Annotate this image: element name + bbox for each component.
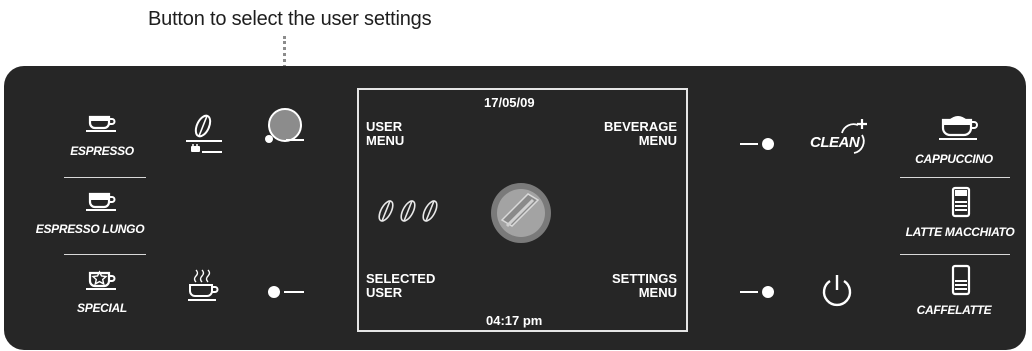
selected-user-button[interactable] xyxy=(268,286,280,298)
latte-macchiato-glass-icon[interactable] xyxy=(950,186,972,218)
divider xyxy=(64,177,146,178)
user-menu-button-dot xyxy=(265,135,273,143)
user-settings-selection-button[interactable] xyxy=(268,108,302,142)
user-menu-button-line xyxy=(286,139,304,141)
brand-logo-icon xyxy=(491,183,551,243)
settings-menu-line-1: SETTINGS xyxy=(611,271,677,286)
coffee-strength-beans-icon xyxy=(378,200,438,222)
beverage-menu-button-line xyxy=(740,143,758,145)
beverage-menu-button[interactable] xyxy=(762,138,774,150)
clean-plus-icon xyxy=(841,119,867,154)
display-screen: 17/05/09 USER MENU BEVERAGE MENU SELECTE… xyxy=(357,88,688,332)
espresso-lungo-cup-icon[interactable] xyxy=(86,191,120,211)
caffelatte-label[interactable]: CAFFELATTE xyxy=(904,303,1004,317)
user-menu-line-2: MENU xyxy=(366,133,405,148)
cappuccino-cup-icon[interactable] xyxy=(937,110,981,142)
coffee-bean-strength-icon[interactable] xyxy=(186,112,222,160)
divider xyxy=(900,254,1010,255)
power-icon[interactable] xyxy=(819,273,855,309)
annotation-label: Button to select the user settings xyxy=(148,8,432,30)
user-menu-line-1: USER xyxy=(366,119,403,134)
selected-user-line-2: USER xyxy=(366,285,403,300)
divider xyxy=(900,177,1010,178)
divider xyxy=(64,254,146,255)
espresso-lungo-label[interactable]: ESPRESSO LUNGO xyxy=(30,222,150,236)
selected-user-button-line xyxy=(284,291,304,293)
latte-macchiato-label[interactable]: LATTE MACCHIATO xyxy=(895,225,1025,239)
beverage-menu-line-1: BEVERAGE xyxy=(604,119,677,134)
special-cup-icon[interactable] xyxy=(86,268,120,290)
special-label[interactable]: SPECIAL xyxy=(62,301,142,315)
display-time: 04:17 pm xyxy=(486,313,543,328)
settings-menu-button-line xyxy=(740,291,758,293)
beverage-menu-line-2: MENU xyxy=(638,133,677,148)
settings-menu-button[interactable] xyxy=(762,286,774,298)
selected-user-line-1: SELECTED xyxy=(366,271,436,286)
caffelatte-glass-icon[interactable] xyxy=(950,264,972,296)
hot-water-cup-icon[interactable] xyxy=(186,268,222,302)
settings-menu-line-2: MENU xyxy=(638,285,677,300)
espresso-label[interactable]: ESPRESSO xyxy=(62,144,142,158)
espresso-cup-icon[interactable] xyxy=(86,112,120,132)
display-date: 17/05/09 xyxy=(484,95,535,110)
cappuccino-label[interactable]: CAPPUCCINO xyxy=(904,152,1004,166)
